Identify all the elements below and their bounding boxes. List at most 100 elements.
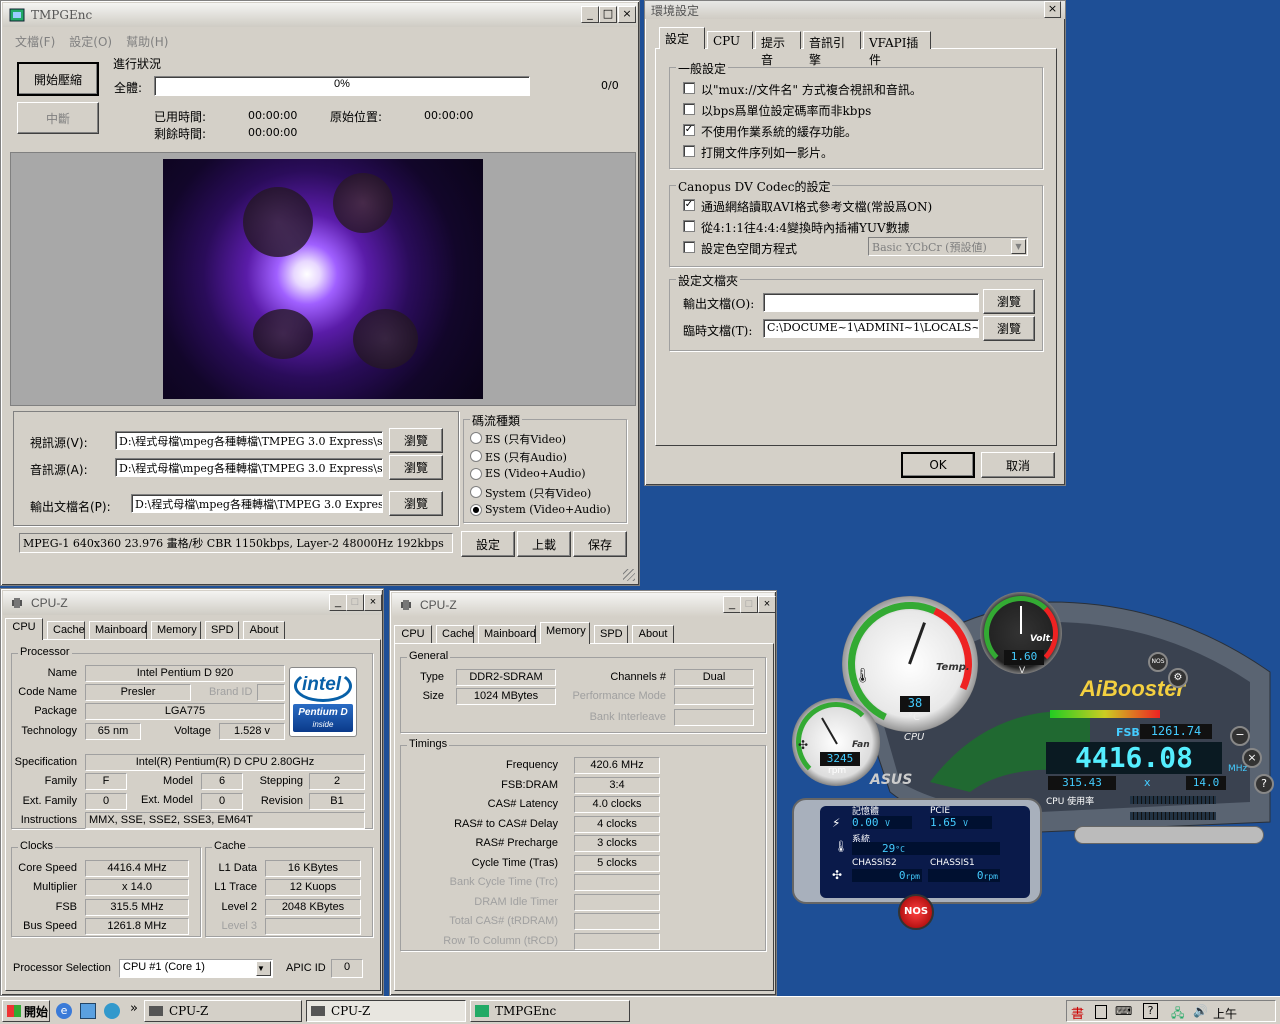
close-icon[interactable]: × [1242,748,1262,768]
output-folder-browse-button[interactable]: 瀏覽 [983,289,1035,314]
minimize-icon[interactable]: − [1230,726,1250,746]
cpuz2-maximize-button[interactable]: □ [740,596,758,613]
option-checkbox[interactable] [683,82,695,94]
ime-icon[interactable]: 書 [1071,1003,1084,1022]
taskbar-item-cpuz-1[interactable]: CPU-Z [144,1000,302,1022]
performance-mode-label: Performance Mode [572,690,666,702]
save-button[interactable]: 保存 [573,531,627,557]
taskbar-item-tmpgenc[interactable]: TMPGEnc [470,1000,630,1022]
close-button[interactable]: × [618,6,636,23]
cpu-gauge-label: CPU [904,732,925,743]
tab-mainboard[interactable]: Mainboard [89,621,147,639]
fan-unit: rpm [828,766,847,776]
tab-about[interactable]: About [243,621,285,639]
audio-browse-button[interactable]: 瀏覽 [389,455,443,480]
cpuz1-close-button[interactable]: × [364,594,382,611]
timing-label: Frequency [506,759,558,771]
maximize-button[interactable]: □ [599,6,617,23]
cpuz1-titlebar[interactable]: CPU-Z [3,591,381,615]
env-title: 環境設定 [651,3,700,18]
media-icon[interactable] [104,1003,120,1019]
option-checkbox[interactable] [683,220,695,232]
ok-button[interactable]: OK [901,452,975,478]
tab-cache[interactable]: Cache [436,625,474,643]
env-tab[interactable]: VFAPI插件 [863,31,931,67]
chevron-down-icon[interactable]: ▼ [1011,239,1026,254]
tab-memory[interactable]: Memory [540,622,590,644]
option-checkbox[interactable] [683,241,695,253]
env-tab[interactable]: CPU [707,31,753,49]
ext-family-value: 0 [85,793,127,810]
ie-icon[interactable]: e [56,1003,72,1019]
menu-settings[interactable]: 設定(O) [69,33,112,50]
option-checkbox[interactable]: ✓ [683,199,695,211]
tab-spd[interactable]: SPD [594,625,628,643]
output-file-field[interactable]: D:\程式母檔\mpeg各種轉檔\TMPEG 3.0 Express\sl [131,494,383,513]
tab-cache[interactable]: Cache [47,621,85,639]
minimize-button[interactable]: _ [581,6,599,23]
keyboard-icon[interactable]: ⌨ [1115,1004,1132,1018]
cpuz1-minimize-button[interactable]: _ [329,594,347,611]
volume-icon[interactable]: 🔊 [1193,1004,1208,1018]
env-tab[interactable]: 提示音 [755,31,801,67]
menu-help[interactable]: 幫助(H) [126,33,168,50]
temp-folder-browse-button[interactable]: 瀏覽 [983,316,1035,341]
processor-selection-select[interactable]: CPU #1 (Core 1) ▼ [119,959,273,978]
stream-option-radio[interactable]: ● [470,504,482,516]
option-label: 從4:1:1往4:4:4變換時內插補YUV數據 [701,221,910,235]
nos-button[interactable]: NOS [898,894,934,930]
cpuz2-titlebar[interactable]: CPU-Z [392,593,774,617]
tab-memory[interactable]: Memory [151,621,201,639]
stream-option-radio[interactable] [470,432,482,444]
explorer-icon[interactable] [80,1003,96,1019]
tmpgenc-titlebar[interactable]: TMPGEnc [3,3,637,27]
temp-folder-field[interactable]: C:\DOCUME~1\ADMINI~1\LOCALS~1\Ter [763,319,979,338]
wrench-icon[interactable]: ⚙ [1168,668,1188,688]
nos-button-small[interactable]: NOS [1148,652,1168,672]
size-label: Size [422,690,444,702]
menu-file[interactable]: 文檔(F) [15,33,55,50]
taskbar-item-cpuz-2[interactable]: CPU-Z [306,1000,466,1022]
tab-cpu[interactable]: CPU [394,625,432,643]
stream-option-radio[interactable] [470,468,482,480]
preview-shape [243,187,313,257]
video-browse-button[interactable]: 瀏覽 [389,428,443,453]
temp-unit: °C [908,712,920,723]
resize-grip-icon[interactable] [623,569,635,581]
start-button[interactable]: 開始 [2,1000,50,1022]
stop-button[interactable]: 中斷 [17,102,99,134]
start-encode-button[interactable]: 開始壓縮 [17,62,99,96]
stream-option-radio[interactable] [470,450,482,462]
output-folder-field[interactable] [763,293,979,312]
option-checkbox[interactable] [683,103,695,115]
help-tray-icon[interactable]: ? [1143,1003,1158,1019]
video-source-field[interactable]: D:\程式母檔\mpeg各種轉檔\TMPEG 3.0 Express\shan [115,431,383,450]
tab-about[interactable]: About [632,625,674,643]
tab-cpu[interactable]: CPU [5,618,43,640]
env-tab[interactable]: 設定 [659,27,705,49]
load-button[interactable]: 上載 [517,531,571,557]
audio-source-field[interactable]: D:\程式母檔\mpeg各種轉檔\TMPEG 3.0 Express\shan [115,458,383,477]
specification-label: Specification [14,756,77,768]
env-close-button[interactable]: × [1044,1,1061,18]
cpuz2-minimize-button[interactable]: _ [723,596,741,613]
stream-option-radio[interactable] [470,486,482,498]
tab-mainboard[interactable]: Mainboard [478,625,536,643]
chevron-down-icon[interactable]: ▼ [256,961,271,976]
option-checkbox[interactable] [683,145,695,157]
output-browse-button[interactable]: 瀏覽 [389,491,443,516]
notebook-icon[interactable] [1095,1005,1107,1019]
quicklaunch-chevron[interactable]: » [130,1001,138,1016]
env-titlebar[interactable]: 環境設定 [645,1,1065,19]
cpuz1-maximize-button[interactable]: □ [346,594,364,611]
settings-button[interactable]: 設定 [461,531,515,557]
color-space-select[interactable]: Basic YCbCr (預設値) ▼ [868,237,1028,256]
help-icon[interactable]: ? [1254,774,1274,794]
timing-value [574,874,660,891]
cancel-button[interactable]: 取消 [981,452,1055,478]
option-checkbox[interactable]: ✓ [683,124,695,136]
cpuz2-close-button[interactable]: × [758,596,776,613]
env-tab[interactable]: 音訊引擎 [803,31,861,67]
tab-spd[interactable]: SPD [205,621,239,639]
network-icon[interactable]: 🖧 [1171,1004,1184,1024]
